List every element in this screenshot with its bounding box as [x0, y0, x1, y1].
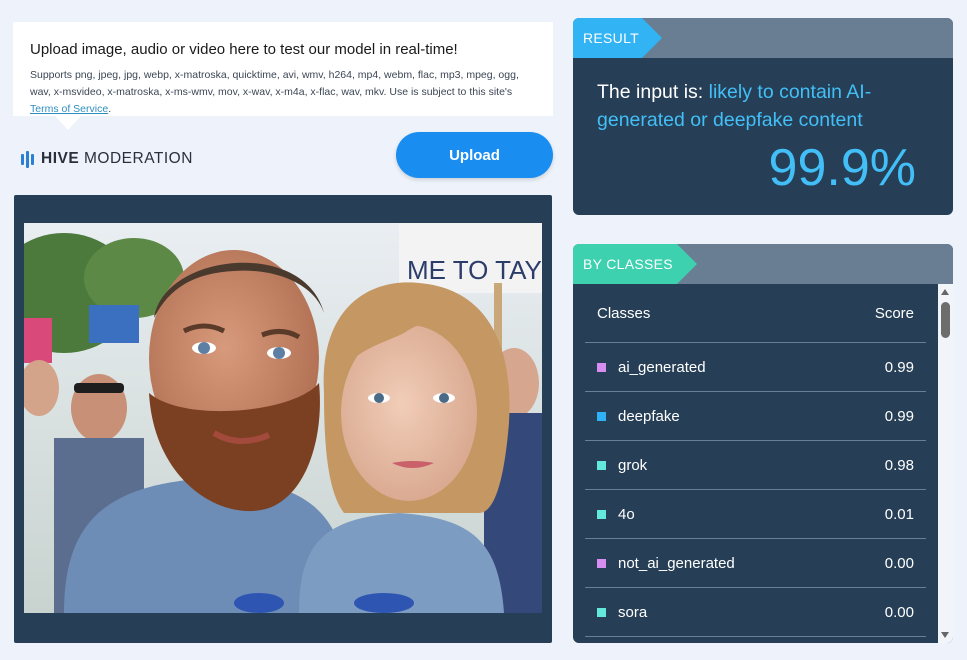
- class-name-cell: sora: [597, 604, 647, 621]
- class-row: grok 0.98: [585, 441, 926, 490]
- class-color-swatch: [597, 411, 606, 421]
- result-prefix: The input is:: [597, 81, 709, 103]
- class-row: sora 0.00: [585, 588, 926, 637]
- upload-info-title: Upload image, audio or video here to tes…: [30, 41, 458, 58]
- class-row: deepfake 0.99: [585, 392, 926, 441]
- class-name-cell: grok: [597, 457, 647, 474]
- class-name-cell: ai_generated: [597, 359, 706, 376]
- class-color-swatch: [597, 558, 606, 568]
- class-color-swatch: [597, 362, 606, 372]
- uploaded-photo-illustration: ME TO TAYLR FOR: [24, 223, 542, 613]
- class-name-cell: deepfake: [597, 408, 680, 425]
- by-classes-tab: BY CLASSES: [573, 244, 697, 284]
- class-score: 0.00: [884, 603, 914, 621]
- class-row: 4o 0.01: [585, 490, 926, 539]
- class-color-swatch: [597, 509, 606, 519]
- result-tab-label: RESULT: [583, 30, 639, 46]
- terms-of-service-link[interactable]: Terms of Service: [30, 103, 108, 115]
- by-classes-tab-label: BY CLASSES: [583, 256, 673, 272]
- classes-panel-header: BY CLASSES: [573, 244, 953, 284]
- class-name: 4o: [618, 505, 635, 523]
- supported-formats-list: Supports png, jpeg, jpg, webp, x-matrosk…: [30, 69, 519, 98]
- class-score: 0.99: [884, 407, 914, 425]
- class-row: ai_generated 0.99: [585, 343, 926, 392]
- header-score: Score: [874, 304, 914, 322]
- class-name-cell: 4o: [597, 506, 635, 523]
- classes-table-header: Classes Score: [585, 284, 926, 343]
- class-score: 0.98: [884, 456, 914, 474]
- supported-formats-text: Supports png, jpeg, jpg, webp, x-matrosk…: [30, 67, 536, 118]
- classes-scrollbar[interactable]: [938, 284, 953, 643]
- class-score: 0.99: [884, 358, 914, 376]
- upload-info-box: Upload image, audio or video here to tes…: [13, 22, 553, 130]
- terms-suffix: .: [108, 103, 112, 115]
- scroll-down-arrow-icon[interactable]: [941, 632, 949, 638]
- result-panel-header: RESULT: [573, 18, 953, 58]
- hive-moderation-logo[interactable]: HIVE MODERATION: [21, 150, 193, 168]
- result-statement: The input is: likely to contain AI-gener…: [597, 78, 929, 134]
- result-tab: RESULT: [573, 18, 662, 58]
- classes-table: Classes Score ai_generated 0.99 deepfake 0.…: [573, 284, 938, 643]
- hive-logo-icon: [21, 150, 34, 168]
- result-panel: RESULT The input is: likely to contain A…: [573, 18, 953, 215]
- scroll-up-arrow-icon[interactable]: [941, 289, 949, 295]
- class-name: grok: [618, 456, 648, 474]
- result-percentage: 99.9%: [768, 139, 916, 197]
- upload-button[interactable]: Upload: [396, 132, 553, 178]
- class-name: not_ai_generated: [618, 554, 735, 572]
- class-color-swatch: [597, 460, 606, 470]
- header-classes: Classes: [597, 304, 651, 322]
- by-classes-panel: BY CLASSES Classes Score ai_generated 0.9…: [573, 244, 953, 643]
- class-score: 0.00: [884, 554, 914, 572]
- class-row: not_ai_generated 0.00: [585, 539, 926, 588]
- class-name: deepfake: [618, 407, 680, 425]
- uploaded-image: ME TO TAYLR FOR: [24, 223, 542, 613]
- scrollbar-thumb[interactable]: [941, 302, 950, 338]
- class-color-swatch: [597, 607, 606, 617]
- logo-text-bold: HIVE: [41, 150, 80, 167]
- class-score: 0.01: [884, 505, 914, 523]
- image-preview-panel: ME TO TAYLR FOR: [14, 195, 552, 643]
- protest-sign-text: ME TO TAYLR FOR: [407, 255, 542, 285]
- logo-text-light: MODERATION: [84, 150, 193, 167]
- class-name-cell: not_ai_generated: [597, 555, 735, 572]
- class-name: ai_generated: [618, 358, 706, 376]
- class-name: sora: [618, 603, 648, 621]
